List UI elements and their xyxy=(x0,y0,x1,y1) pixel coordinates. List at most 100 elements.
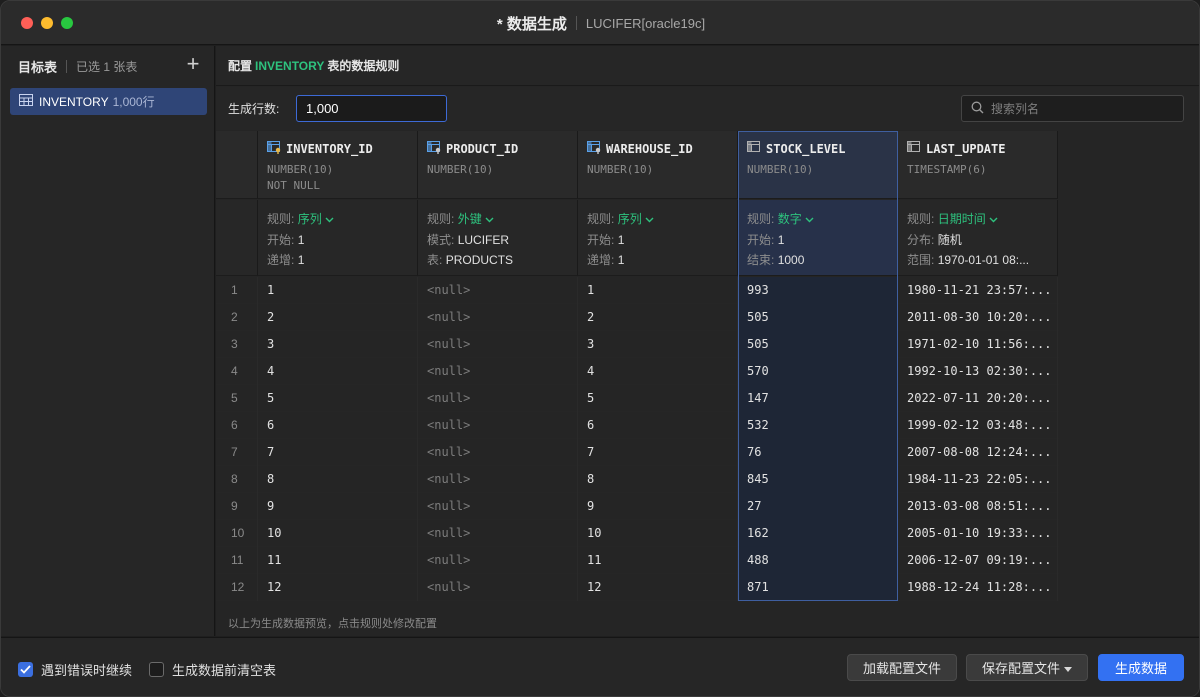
checkbox-unchecked-icon xyxy=(149,662,164,677)
rule-line: 递增: 1 xyxy=(267,250,417,270)
table-cell: 27 xyxy=(738,493,898,520)
rule-key: 开始: xyxy=(587,233,615,247)
rows-label: 生成行数: xyxy=(228,102,280,116)
rule-key: 模式: xyxy=(427,233,455,247)
table-cell: 2 xyxy=(258,304,418,331)
table-cell: 6 xyxy=(258,412,418,439)
table-row-count: 1,000行 xyxy=(112,95,155,109)
row-number: 12 xyxy=(216,574,258,601)
rule-line: 规则: 序列 xyxy=(267,209,417,230)
continue-on-error-checkbox[interactable]: 遇到错误时继续 xyxy=(18,660,132,679)
table-cell: <null> xyxy=(418,304,578,331)
load-config-button[interactable]: 加载配置文件 xyxy=(847,654,957,681)
search-placeholder: 搜索列名 xyxy=(991,102,1040,116)
row-number: 6 xyxy=(216,412,258,439)
rule-key: 递增: xyxy=(267,253,295,267)
rule-type-dropdown[interactable]: 外键 xyxy=(458,212,482,226)
rule-key: 表: xyxy=(427,253,443,267)
title-divider xyxy=(575,16,577,30)
table-cell: <null> xyxy=(418,439,578,466)
rule-value: PRODUCTS xyxy=(445,253,514,267)
table-cell: 4 xyxy=(578,358,738,385)
table-row: 10 10 <null> 10 162 2005-01-10 19:33:... xyxy=(216,520,1059,547)
primary-key-column-icon xyxy=(267,140,286,157)
config-header: 配置 INVENTORY 表的数据规则 xyxy=(216,46,1199,86)
row-number: 1 xyxy=(216,277,258,304)
rule-config-product-id[interactable]: 规则: 外键 模式: LUCIFER 表: PRODUCTS xyxy=(418,200,578,276)
checkbox-checked-icon xyxy=(18,662,33,677)
table-cell: 1999-02-12 03:48:... xyxy=(898,412,1058,439)
rule-key: 开始: xyxy=(267,233,295,247)
rule-line: 规则: 序列 xyxy=(587,209,737,230)
table-cell: 8 xyxy=(258,466,418,493)
rule-value: 1000 xyxy=(777,253,805,267)
row-number-header xyxy=(216,131,258,199)
column-type: NUMBER(10) xyxy=(747,163,814,176)
rule-config-inventory-id[interactable]: 规则: 序列开始: 1 递增: 1 xyxy=(258,200,418,276)
config-table-name: INVENTORY xyxy=(255,58,325,73)
table-cell: 2005-01-10 19:33:... xyxy=(898,520,1058,547)
table-cell: 532 xyxy=(738,412,898,439)
column-header-last-update[interactable]: LAST_UPDATE TIMESTAMP(6) xyxy=(898,131,1058,199)
column-header-product-id[interactable]: PRODUCT_ID NUMBER(10) xyxy=(418,131,578,199)
save-config-button[interactable]: 保存配置文件 xyxy=(966,654,1088,681)
sidebar-header: 目标表 已选 1 张表 + xyxy=(1,46,215,86)
row-number: 10 xyxy=(216,520,258,547)
sidebar-divider xyxy=(66,59,68,73)
rule-type-dropdown[interactable]: 日期时间 xyxy=(938,212,986,226)
config-panel: 配置 INVENTORY 表的数据规则 生成行数: 1,000 搜索列名 INV… xyxy=(216,46,1199,636)
rule-type-dropdown[interactable]: 序列 xyxy=(298,212,322,226)
table-cell: 76 xyxy=(738,439,898,466)
table-cell: 1984-11-23 22:05:... xyxy=(898,466,1058,493)
preview-grid: INVENTORY_ID NUMBER(10) NOT NULL 规则: 序列 开始: … xyxy=(216,131,1059,646)
rule-value: 随机 xyxy=(937,233,962,247)
rule-config-warehouse-id[interactable]: 规则: 序列 开始: 1 递增: 1 xyxy=(578,200,738,276)
table-cell: 1992-10-13 02:30:... xyxy=(898,358,1058,385)
row-count-input[interactable]: 1,000 xyxy=(296,95,447,122)
row-number: 7 xyxy=(216,439,258,466)
footer-bar: 遇到错误时继续 生成数据前清空表 加载配置文件 保存配置文件 生成数据 xyxy=(1,637,1199,696)
table-cell: 12 xyxy=(258,574,418,601)
truncate-before-checkbox[interactable]: 生成数据前清空表 xyxy=(149,660,276,679)
table-row: 8 8 <null> 8 845 1984-11-23 22:05:... xyxy=(216,466,1059,493)
table-cell: 162 xyxy=(738,520,898,547)
rule-config-last-update[interactable]: 规则: 日期时间 分布: 随机 范围: 1970-01-01 08:... xyxy=(898,200,1058,276)
rule-value: 1 xyxy=(297,253,305,267)
rule-line: 开始: 1 xyxy=(747,230,897,250)
column-name: LAST_UPDATE xyxy=(926,141,1006,156)
table-row: 6 6 <null> 6 532 1999-02-12 03:48:... xyxy=(216,412,1059,439)
rule-type-dropdown[interactable]: 数字 xyxy=(778,212,802,226)
column-type: NUMBER(10) xyxy=(587,163,654,176)
rows-toolbar: 生成行数: 1,000 搜索列名 xyxy=(216,87,1199,130)
table-cell: <null> xyxy=(418,358,578,385)
column-search-input[interactable]: 搜索列名 xyxy=(961,95,1184,122)
table-cell: 505 xyxy=(738,304,898,331)
table-row: 2 2 <null> 2 505 2011-08-30 10:20:... xyxy=(216,304,1059,331)
column-header-inventory-id[interactable]: INVENTORY_ID NUMBER(10) NOT NULL xyxy=(258,131,418,199)
rule-type-dropdown[interactable]: 序列 xyxy=(618,212,642,226)
rule-key: 开始: xyxy=(747,233,775,247)
sidebar-item-inventory[interactable]: INVENTORY 1,000行 xyxy=(10,88,207,115)
chevron-down-icon xyxy=(1064,660,1072,675)
table-cell: 505 xyxy=(738,331,898,358)
truncate-before-label: 生成数据前清空表 xyxy=(172,663,277,678)
target-table-sidebar: 目标表 已选 1 张表 + INVENTORY 1,000行 xyxy=(1,46,215,636)
add-table-button[interactable]: + xyxy=(183,53,203,75)
column-header-warehouse-id[interactable]: WAREHOUSE_ID NUMBER(10) xyxy=(578,131,738,199)
table-cell: <null> xyxy=(418,574,578,601)
row-number: 2 xyxy=(216,304,258,331)
column-header-stock-level[interactable]: STOCK_LEVEL NUMBER(10) xyxy=(738,131,898,199)
rule-key: 范围: xyxy=(907,253,935,267)
rule-line: 递增: 1 xyxy=(587,250,737,270)
rule-key: 规则: xyxy=(907,212,935,226)
rule-line: 表: PRODUCTS xyxy=(427,250,577,270)
table-row: 12 12 <null> 12 871 1988-12-24 11:28:... xyxy=(216,574,1059,601)
row-number: 3 xyxy=(216,331,258,358)
rule-config-stock-level[interactable]: 规则: 数字 开始: 1 结束: 1000 xyxy=(738,200,898,276)
column-icon xyxy=(907,140,926,157)
row-number: 11 xyxy=(216,547,258,574)
generate-button[interactable]: 生成数据 xyxy=(1098,654,1184,681)
row-number: 4 xyxy=(216,358,258,385)
table-row: 5 5 <null> 5 147 2022-07-11 20:20:... xyxy=(216,385,1059,412)
table-cell: 5 xyxy=(578,385,738,412)
